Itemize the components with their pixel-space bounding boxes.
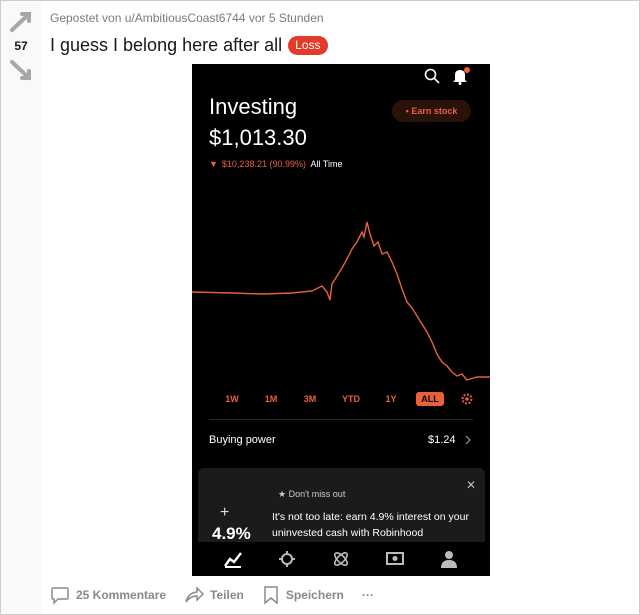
range-all: ALL bbox=[416, 392, 444, 406]
gear-icon bbox=[461, 393, 473, 405]
post-title[interactable]: I guess I belong here after all bbox=[50, 35, 282, 56]
more-options-icon: ··· bbox=[361, 588, 374, 602]
change-amount: $10,238.21 (90.99%) bbox=[221, 159, 306, 169]
portfolio-change: ▼ $10,238.21 (90.99%) All Time bbox=[209, 159, 343, 169]
chevron-right-icon bbox=[465, 435, 471, 445]
close-icon: ✕ bbox=[466, 478, 477, 492]
comment-icon bbox=[51, 587, 69, 605]
comments-label: 25 Kommentare bbox=[76, 588, 167, 602]
chart-tab-icon bbox=[224, 552, 242, 568]
divider bbox=[209, 419, 473, 420]
post-actions: 25 Kommentare Teilen Speichern ··· bbox=[50, 585, 392, 605]
range-1m: 1M bbox=[264, 394, 278, 404]
save-button[interactable]: Speichern bbox=[262, 585, 344, 605]
change-period: All Time bbox=[310, 159, 343, 169]
atom-tab-icon bbox=[334, 552, 348, 566]
earn-stock-label: Earn stock bbox=[411, 106, 458, 116]
comments-button[interactable]: 25 Kommentare bbox=[50, 585, 166, 605]
range-selector: 1W 1M 3M YTD 1Y ALL bbox=[192, 388, 490, 410]
vote-count: 57 bbox=[14, 39, 28, 53]
portfolio-chart bbox=[192, 221, 490, 381]
promo-header-text: Don't miss out bbox=[288, 489, 346, 499]
title-row: I guess I belong here after all Loss bbox=[50, 35, 328, 56]
post-time: vor 5 Stunden bbox=[248, 11, 324, 25]
cash-tab-icon bbox=[386, 552, 404, 565]
portfolio-value: $1,013.30 bbox=[209, 125, 307, 150]
promo-header: ★ Don't miss out bbox=[278, 489, 345, 500]
account-tab-icon bbox=[441, 551, 457, 568]
app-tab-bar bbox=[192, 542, 490, 576]
search-icon bbox=[424, 68, 440, 84]
author-link[interactable]: u/AmbitiousCoast6744 bbox=[125, 11, 246, 25]
post-meta: Gepostet von u/AmbitiousCoast6744 vor 5 … bbox=[50, 11, 324, 25]
upvote-icon[interactable] bbox=[9, 9, 35, 35]
buying-power-label: Buying power bbox=[209, 434, 276, 446]
more-options-button[interactable]: ··· bbox=[362, 588, 374, 602]
buying-power-value: $1.24 bbox=[428, 434, 456, 446]
flair-badge[interactable]: Loss bbox=[288, 36, 328, 55]
crypto-tab-icon bbox=[279, 551, 295, 567]
post-image[interactable]: Investing $1,013.30 ▼ $10,238.21 (90.99%)… bbox=[192, 64, 490, 576]
promo-body: It's not too late: earn 4.9% interest on… bbox=[272, 511, 469, 539]
investing-title: Investing bbox=[209, 94, 298, 119]
share-label: Teilen bbox=[210, 588, 244, 602]
share-button[interactable]: Teilen bbox=[184, 585, 244, 605]
earn-stock-button: ▪ Earn stock bbox=[392, 100, 471, 122]
share-icon bbox=[185, 586, 205, 603]
meta-prefix: Gepostet von bbox=[50, 11, 122, 25]
save-label: Speichern bbox=[285, 588, 344, 602]
star-icon: ★ bbox=[278, 489, 289, 499]
down-triangle-icon: ▼ bbox=[209, 159, 218, 169]
range-1w: 1W bbox=[225, 394, 239, 404]
range-1y: 1Y bbox=[385, 394, 397, 404]
downvote-icon[interactable] bbox=[9, 57, 35, 83]
bookmark-icon bbox=[264, 586, 278, 605]
promo-art: 4.9% bbox=[212, 524, 251, 543]
post-card[interactable]: 57 Gepostet von u/AmbitiousCoast6744 vor… bbox=[0, 0, 640, 615]
notification-dot bbox=[464, 67, 470, 73]
range-ytd: YTD bbox=[342, 394, 360, 404]
range-3m: 3M bbox=[303, 394, 317, 404]
vote-column: 57 bbox=[1, 1, 41, 614]
sparkle-icon: + bbox=[220, 504, 230, 521]
